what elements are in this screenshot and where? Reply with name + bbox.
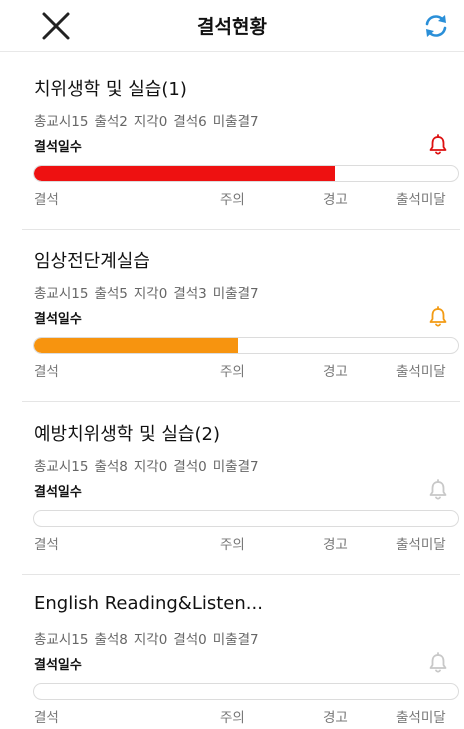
refresh-button[interactable]	[421, 11, 451, 41]
unchecked-count: 미출결7	[212, 286, 259, 302]
bell-icon	[428, 652, 448, 674]
absence-progress-fill	[34, 338, 238, 353]
bell-icon	[428, 479, 448, 501]
absent-count: 결석0	[173, 459, 207, 475]
divider	[22, 229, 460, 230]
total-classes: 총교시15	[34, 114, 89, 130]
late-count: 지각0	[133, 632, 168, 648]
absence-days-label: 결석일수	[34, 312, 82, 327]
page-title: 결석현황	[197, 16, 267, 38]
late-count: 지각0	[133, 459, 168, 475]
present-count: 출석8	[94, 459, 128, 475]
attendance-stats: 총교시15 출석8 지각0 결석0 미출결7	[34, 628, 265, 648]
scale-label-absent: 결석	[34, 192, 59, 208]
divider	[22, 574, 460, 575]
scale-label-caution: 주의	[220, 710, 245, 726]
refresh-icon	[425, 15, 447, 37]
total-classes: 총교시15	[34, 632, 89, 648]
attendance-stats: 총교시15 출석8 지각0 결석0 미출결7	[34, 455, 265, 475]
late-count: 지각0	[133, 286, 168, 302]
scale-label-warning: 경고	[323, 364, 348, 380]
scale-label-absent: 결석	[34, 364, 59, 380]
present-count: 출석2	[94, 114, 128, 130]
attendance-stats: 총교시15 출석2 지각0 결석6 미출결7	[34, 110, 265, 130]
scale-label-attendance-shortage: 출석미달	[396, 192, 446, 208]
course-card[interactable]: 치위생학 및 실습(1) 총교시15 출석2 지각0 결석6 미출결7 결석일수 결석 …	[0, 60, 464, 230]
course-name: 치위생학 및 실습(1)	[34, 79, 187, 100]
scale-label-absent: 결석	[34, 710, 59, 726]
attendance-stats: 총교시15 출석5 지각0 결석3 미출결7	[34, 282, 265, 302]
course-name: English Reading&Listen...	[34, 593, 263, 614]
absence-days-label: 결석일수	[34, 140, 82, 155]
scale-label-attendance-shortage: 출석미달	[396, 364, 446, 380]
course-card[interactable]: 예방치위생학 및 실습(2) 총교시15 출석8 지각0 결석0 미출결7 결석일수 결…	[0, 405, 464, 575]
absent-count: 결석6	[173, 114, 207, 130]
absence-progress-bar	[33, 510, 459, 527]
late-count: 지각0	[133, 114, 168, 130]
absence-progress-bar	[33, 683, 459, 700]
absence-days-label: 결석일수	[34, 485, 82, 500]
scale-label-warning: 경고	[323, 537, 348, 553]
scale-label-caution: 주의	[220, 364, 245, 380]
absence-progress-bar	[33, 337, 459, 354]
absence-progress-fill	[34, 166, 336, 181]
course-name: 예방치위생학 및 실습(2)	[34, 424, 220, 445]
scale-label-caution: 주의	[220, 537, 245, 553]
scale-label-absent: 결석	[34, 537, 59, 553]
absence-progress-bar	[33, 165, 459, 182]
total-classes: 총교시15	[34, 459, 89, 475]
app-header: 결석현황	[0, 0, 464, 52]
divider	[22, 401, 460, 402]
bell-icon	[428, 134, 448, 156]
present-count: 출석5	[94, 286, 128, 302]
scale-label-warning: 경고	[323, 710, 348, 726]
course-name: 임상전단계실습	[34, 251, 150, 272]
unchecked-count: 미출결7	[212, 459, 259, 475]
unchecked-count: 미출결7	[212, 114, 259, 130]
absence-days-label: 결석일수	[34, 658, 82, 673]
present-count: 출석8	[94, 632, 128, 648]
absent-count: 결석0	[173, 632, 207, 648]
absent-count: 결석3	[173, 286, 207, 302]
scale-label-attendance-shortage: 출석미달	[396, 537, 446, 553]
unchecked-count: 미출결7	[212, 632, 259, 648]
bell-icon	[428, 306, 448, 328]
scale-label-caution: 주의	[220, 192, 245, 208]
total-classes: 총교시15	[34, 286, 89, 302]
scale-label-attendance-shortage: 출석미달	[396, 710, 446, 726]
course-card[interactable]: 임상전단계실습 총교시15 출석5 지각0 결석3 미출결7 결석일수 결석 주의 경고…	[0, 232, 464, 402]
course-card[interactable]: English Reading&Listen... 총교시15 출석8 지각0 결석0…	[0, 578, 464, 729]
scale-label-warning: 경고	[323, 192, 348, 208]
